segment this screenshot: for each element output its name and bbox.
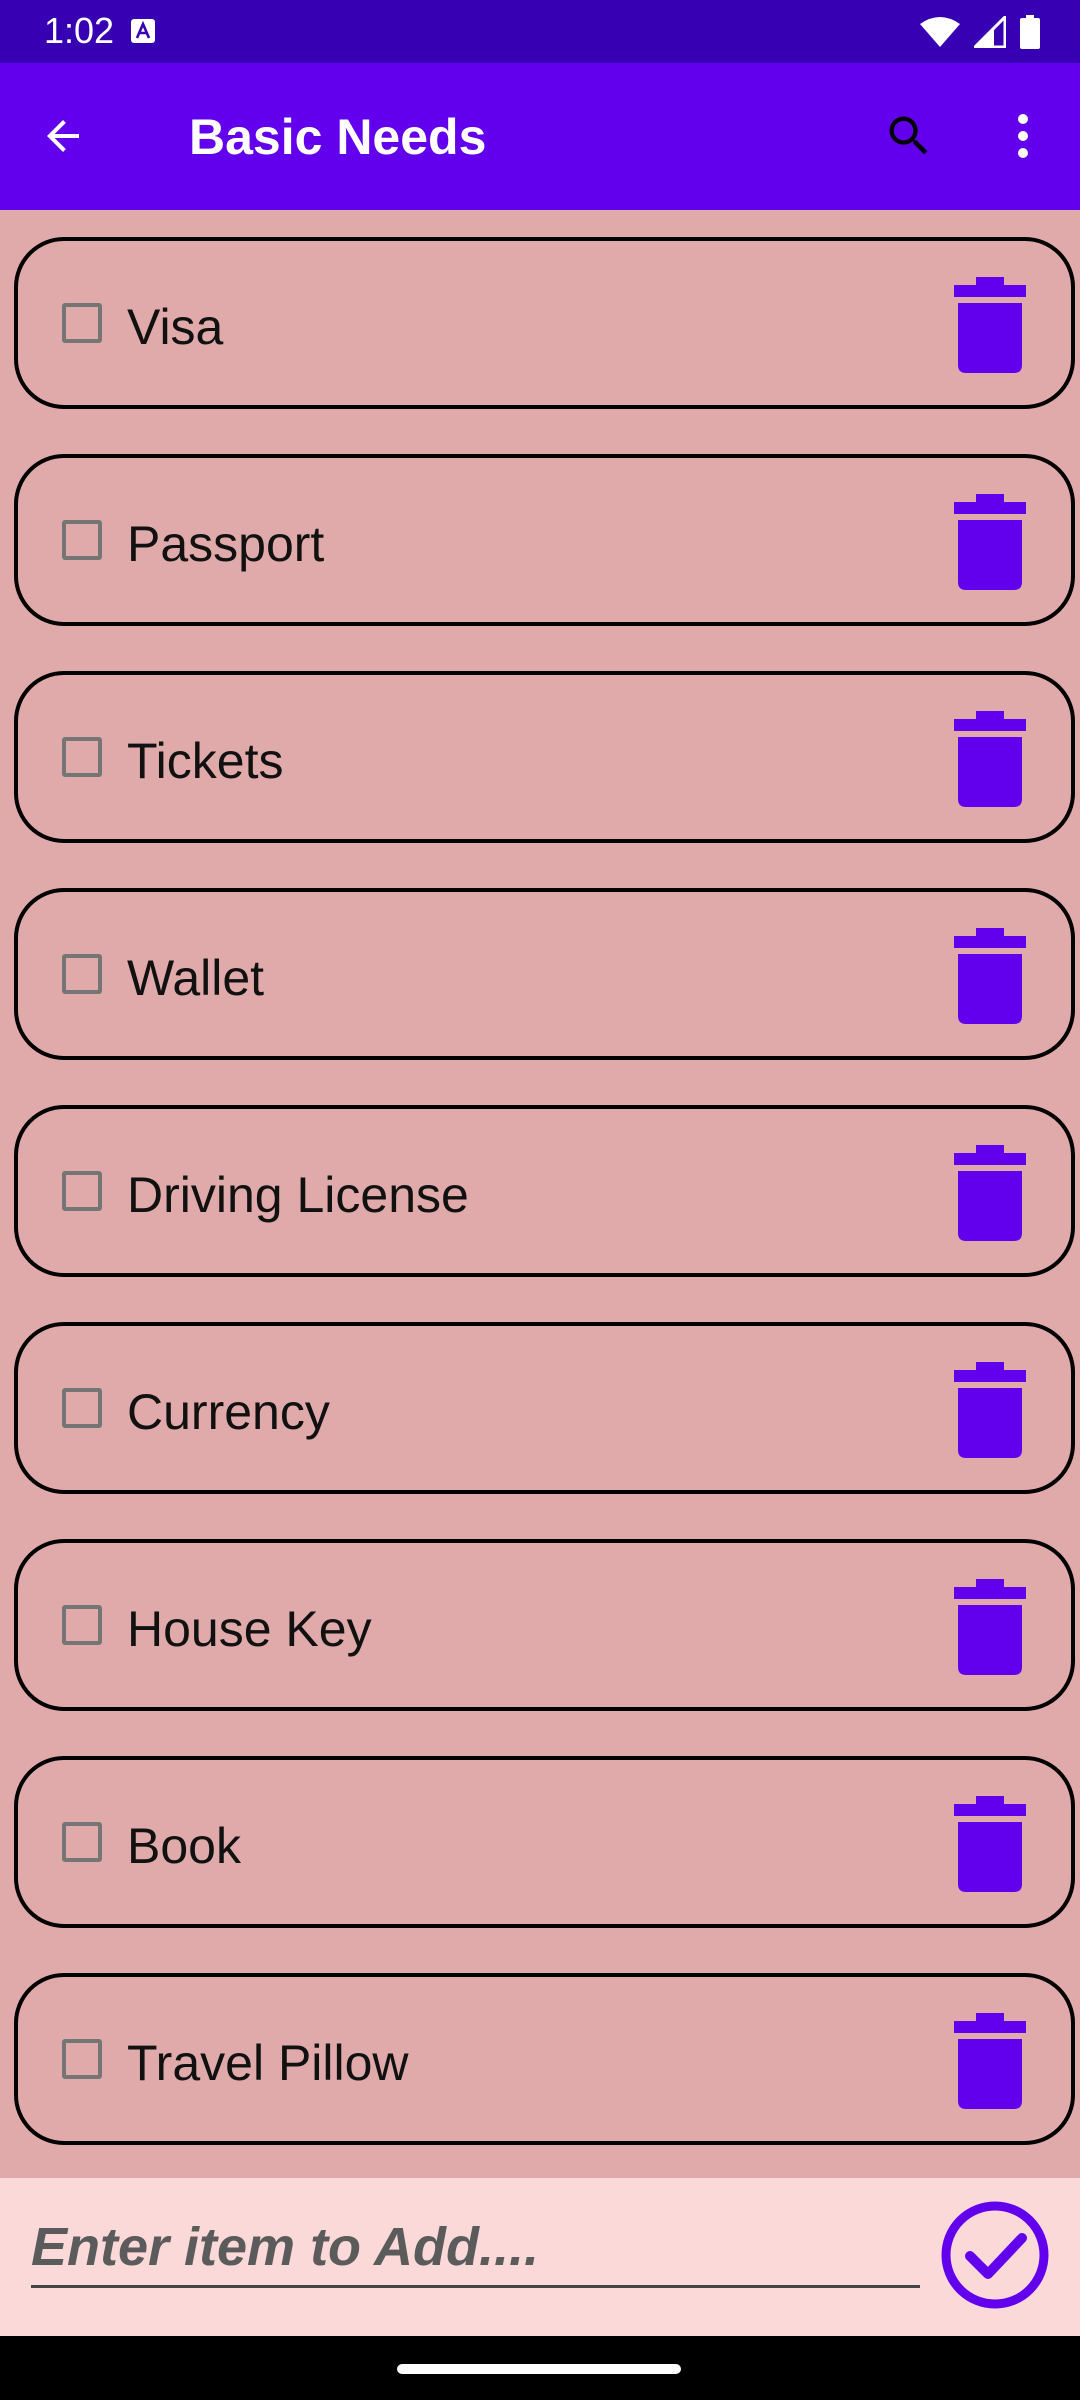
- list-item: Wallet: [14, 888, 1075, 1060]
- item-label: Currency: [127, 1384, 330, 1440]
- item-label: Passport: [127, 516, 325, 572]
- battery-icon: [1020, 15, 1040, 49]
- delete-icon[interactable]: [954, 277, 1026, 373]
- delete-icon[interactable]: [954, 2013, 1026, 2109]
- arrow-back-icon: [47, 120, 79, 152]
- item-label: Tickets: [127, 733, 284, 789]
- item-list: Visa Passport Tickets Wallet Driving Lic…: [0, 210, 1080, 2178]
- delete-icon[interactable]: [954, 1579, 1026, 1675]
- status-time: 1:02: [44, 10, 115, 51]
- status-icons: [920, 14, 1040, 50]
- delete-icon[interactable]: [954, 711, 1026, 807]
- search-icon: [889, 116, 928, 155]
- item-checkbox[interactable]: [62, 520, 102, 560]
- back-button[interactable]: [30, 103, 96, 169]
- page-title: Basic Needs: [189, 109, 487, 165]
- list-item: Visa: [14, 237, 1075, 409]
- list-item: Tickets: [14, 671, 1075, 843]
- add-item-bar: [0, 2178, 1080, 2336]
- app-bar: Basic Needs: [0, 63, 1080, 210]
- more-options-button[interactable]: [990, 103, 1056, 169]
- delete-icon[interactable]: [954, 1145, 1026, 1241]
- item-checkbox[interactable]: [62, 303, 102, 343]
- item-label: Visa: [127, 299, 224, 355]
- item-label: Driving License: [127, 1167, 469, 1223]
- system-nav-bar: [0, 2336, 1080, 2400]
- item-label: Wallet: [127, 950, 265, 1006]
- item-checkbox[interactable]: [62, 1171, 102, 1211]
- item-checkbox[interactable]: [62, 2039, 102, 2079]
- item-checkbox[interactable]: [62, 954, 102, 994]
- search-button[interactable]: [876, 103, 942, 169]
- list-item: Currency: [14, 1322, 1075, 1494]
- delete-icon[interactable]: [954, 1362, 1026, 1458]
- check-circle-icon[interactable]: [940, 2200, 1050, 2310]
- add-item-input[interactable]: [31, 2208, 920, 2288]
- item-checkbox[interactable]: [62, 1605, 102, 1645]
- list-item: Book: [14, 1756, 1075, 1928]
- delete-icon[interactable]: [954, 1796, 1026, 1892]
- signal-icon: [974, 16, 1006, 48]
- list-item: Travel Pillow: [14, 1973, 1075, 2145]
- list-item: Passport: [14, 454, 1075, 626]
- item-label: Book: [127, 1818, 241, 1874]
- status-bar: 1:02: [0, 0, 1080, 63]
- wifi-icon: [920, 17, 960, 47]
- delete-icon[interactable]: [954, 494, 1026, 590]
- item-checkbox[interactable]: [62, 1388, 102, 1428]
- item-checkbox[interactable]: [62, 737, 102, 777]
- home-indicator[interactable]: [397, 2364, 681, 2374]
- item-checkbox[interactable]: [62, 1822, 102, 1862]
- item-label: Travel Pillow: [127, 2035, 409, 2091]
- item-label: House Key: [127, 1601, 372, 1657]
- more-vert-icon: [1018, 114, 1028, 158]
- delete-icon[interactable]: [954, 928, 1026, 1024]
- list-item: Driving License: [14, 1105, 1075, 1277]
- notification-icon: [131, 19, 155, 43]
- list-item: House Key: [14, 1539, 1075, 1711]
